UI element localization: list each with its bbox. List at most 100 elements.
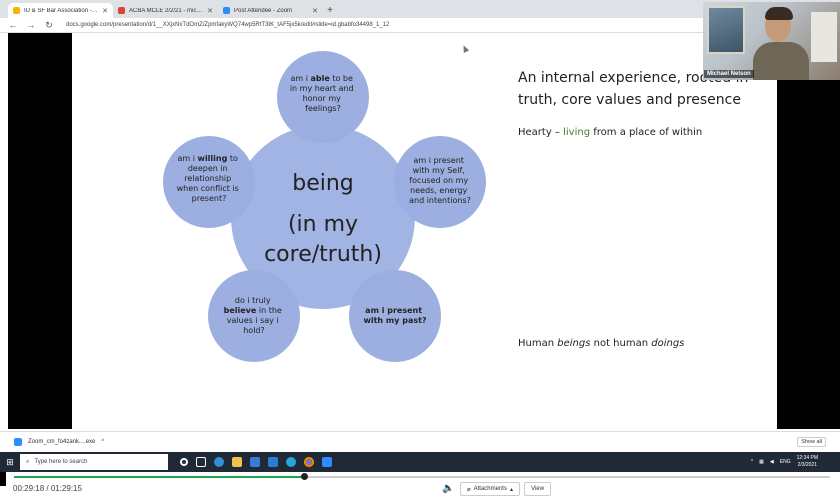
mail-icon[interactable] (268, 457, 278, 467)
petal-bottom-left-line2a: believe (224, 306, 257, 315)
chevron-up-icon[interactable]: ^ (101, 439, 104, 445)
volume-tray-icon[interactable]: ◀ (770, 459, 774, 465)
system-tray: ^ ▦ ◀ ENG 12:34 PM 2/3/2021 (751, 455, 818, 469)
cortana-icon[interactable] (180, 458, 188, 466)
caret-up-icon: ▴ (509, 486, 513, 493)
close-icon[interactable]: ✕ (312, 7, 318, 15)
petal-left-line5: present? (192, 194, 227, 203)
forward-arrow-icon[interactable]: → (26, 20, 36, 30)
seek-handle[interactable] (301, 473, 308, 480)
address-bar[interactable]: docs.google.com/presentation/d/1__XXjxNx… (66, 22, 389, 28)
gmail-icon (118, 7, 125, 14)
tab-label: Post Attendee - Zoom (234, 7, 293, 14)
browser-tab-gmail[interactable]: ACBA MCLE 2/2/21 - michaelnel ✕ (113, 3, 218, 18)
view-button[interactable]: View (524, 482, 551, 496)
browser-tab-zoom[interactable]: Post Attendee - Zoom ✕ (218, 3, 323, 18)
taskbar-search[interactable]: ⌕ Type here to search (20, 454, 168, 470)
petal-bottom-left-line1: do i truly (235, 296, 271, 305)
center-text-line2: (in my (288, 212, 358, 237)
current-time: 00:29:18 (13, 484, 45, 493)
petal-right-text: am i present with my Self, focused on my… (409, 156, 471, 205)
center-text-line1: being (292, 171, 354, 196)
reload-icon[interactable]: ↻ (44, 20, 54, 31)
clock-time: 12:34 PM (796, 455, 818, 461)
petal-top-line1b: able (311, 74, 331, 83)
search-icon: ⌕ (26, 458, 30, 465)
petal-top-line1c: to be (330, 74, 353, 83)
petal-left-line2: deepen in (188, 164, 228, 173)
human-a: Human (518, 338, 558, 349)
chevron-up-tray-icon[interactable]: ^ (751, 459, 753, 465)
presentation-slide: being (in my core/truth) am i able to be… (72, 33, 777, 429)
seek-progress (14, 476, 304, 478)
show-all-button[interactable]: Show all (797, 437, 826, 447)
edge-icon[interactable] (214, 457, 224, 467)
petal-right-line2: with my Self, (413, 166, 465, 175)
petal-left-line3: relationship (184, 174, 231, 183)
human-c: not human (590, 338, 652, 349)
taskbar-apps (180, 457, 332, 467)
language-indicator[interactable]: ENG (780, 459, 791, 465)
petal-bottom-right-text: am i present with my past? (363, 306, 426, 325)
petal-right-line3: focused on my (409, 176, 468, 185)
webcam-video[interactable]: Michael Nelson (703, 2, 840, 80)
petal-top-line2: in my heart and (290, 84, 354, 93)
petal-bottom-left-line3: values i say i (227, 316, 279, 325)
petal-left-line1b: willing (198, 154, 228, 163)
attachments-button[interactable]: ⌀ Attachments ▴ (460, 482, 520, 496)
letterbox-left (8, 33, 72, 429)
zoom-app-icon[interactable] (322, 457, 332, 467)
petal-top-line4: feelings? (305, 104, 341, 113)
seek-bar[interactable] (14, 473, 830, 480)
petal-right-line5: and intentions? (409, 196, 471, 205)
person-hair (765, 7, 793, 20)
petal-right-line4: needs, energy (410, 186, 467, 195)
edge-browser-icon[interactable] (286, 457, 296, 467)
close-icon[interactable]: ✕ (102, 7, 108, 15)
windows-taskbar: ⊞ ⌕ Type here to search ^ ▦ ◀ ENG 12:34 … (0, 452, 840, 472)
screen: IU & SF Bar Association - Google ✕ ACBA … (0, 0, 840, 501)
petal-top-line3: honor my (303, 94, 342, 103)
browser-tab-slides[interactable]: IU & SF Bar Association - Google ✕ (8, 3, 113, 18)
petal-bottom-left-line4: hold? (243, 326, 265, 335)
petal-bottom-right-line2: with my past? (363, 316, 426, 325)
close-icon[interactable]: ✕ (207, 7, 213, 15)
player-left-edge (0, 472, 6, 486)
zoom-icon (223, 7, 230, 14)
slide-title-line2: truth, core values and presence (518, 92, 741, 108)
taskbar-clock[interactable]: 12:34 PM 2/3/2021 (797, 455, 818, 469)
total-time: 01:29:15 (50, 484, 82, 493)
file-explorer-icon[interactable] (232, 457, 242, 467)
participant-name: Michael Nelson (704, 70, 754, 78)
hearty-suffix: from a place of within (590, 127, 703, 138)
network-icon[interactable]: ▦ (759, 459, 764, 465)
human-b: beings (557, 338, 591, 349)
hearty-line: Hearty – living from a place of within (518, 127, 702, 138)
download-filename[interactable]: Zoom_cm_fo4zank....exe (28, 439, 95, 445)
download-bar: Zoom_cm_fo4zank....exe ^ Show all (0, 431, 840, 451)
petal-left-line1a: am i (178, 154, 198, 163)
petal-left-line4: when conflict is (177, 184, 239, 193)
petal-right-line1: am i present (414, 156, 464, 165)
attachments-label: Attachments (473, 486, 507, 492)
task-view-icon[interactable] (196, 457, 206, 467)
human-beings-line: Human beings not human doings (518, 338, 684, 349)
windows-start-icon[interactable]: ⊞ (0, 452, 20, 472)
paperclip-icon: ⌀ (467, 486, 471, 493)
petal-bottom-left-line2b: in the (256, 306, 282, 315)
playback-time: 00:29:18 / 01:29:15 (13, 484, 82, 493)
petal-left-line1c: to (227, 154, 238, 163)
chrome-icon[interactable] (304, 457, 314, 467)
hearty-prefix: Hearty – (518, 127, 564, 138)
human-d: doings (651, 338, 685, 349)
background-shelf (811, 12, 837, 62)
new-tab-button[interactable]: + (323, 3, 337, 18)
google-slides-icon (13, 7, 20, 14)
zoom-installer-icon (14, 437, 22, 446)
back-arrow-icon[interactable]: ← (8, 20, 18, 30)
petal-top-line1a: am i (291, 74, 311, 83)
volume-icon[interactable]: 🔈 (442, 483, 454, 494)
store-icon[interactable] (250, 457, 260, 467)
person-body (753, 42, 809, 80)
background-window (707, 6, 745, 54)
